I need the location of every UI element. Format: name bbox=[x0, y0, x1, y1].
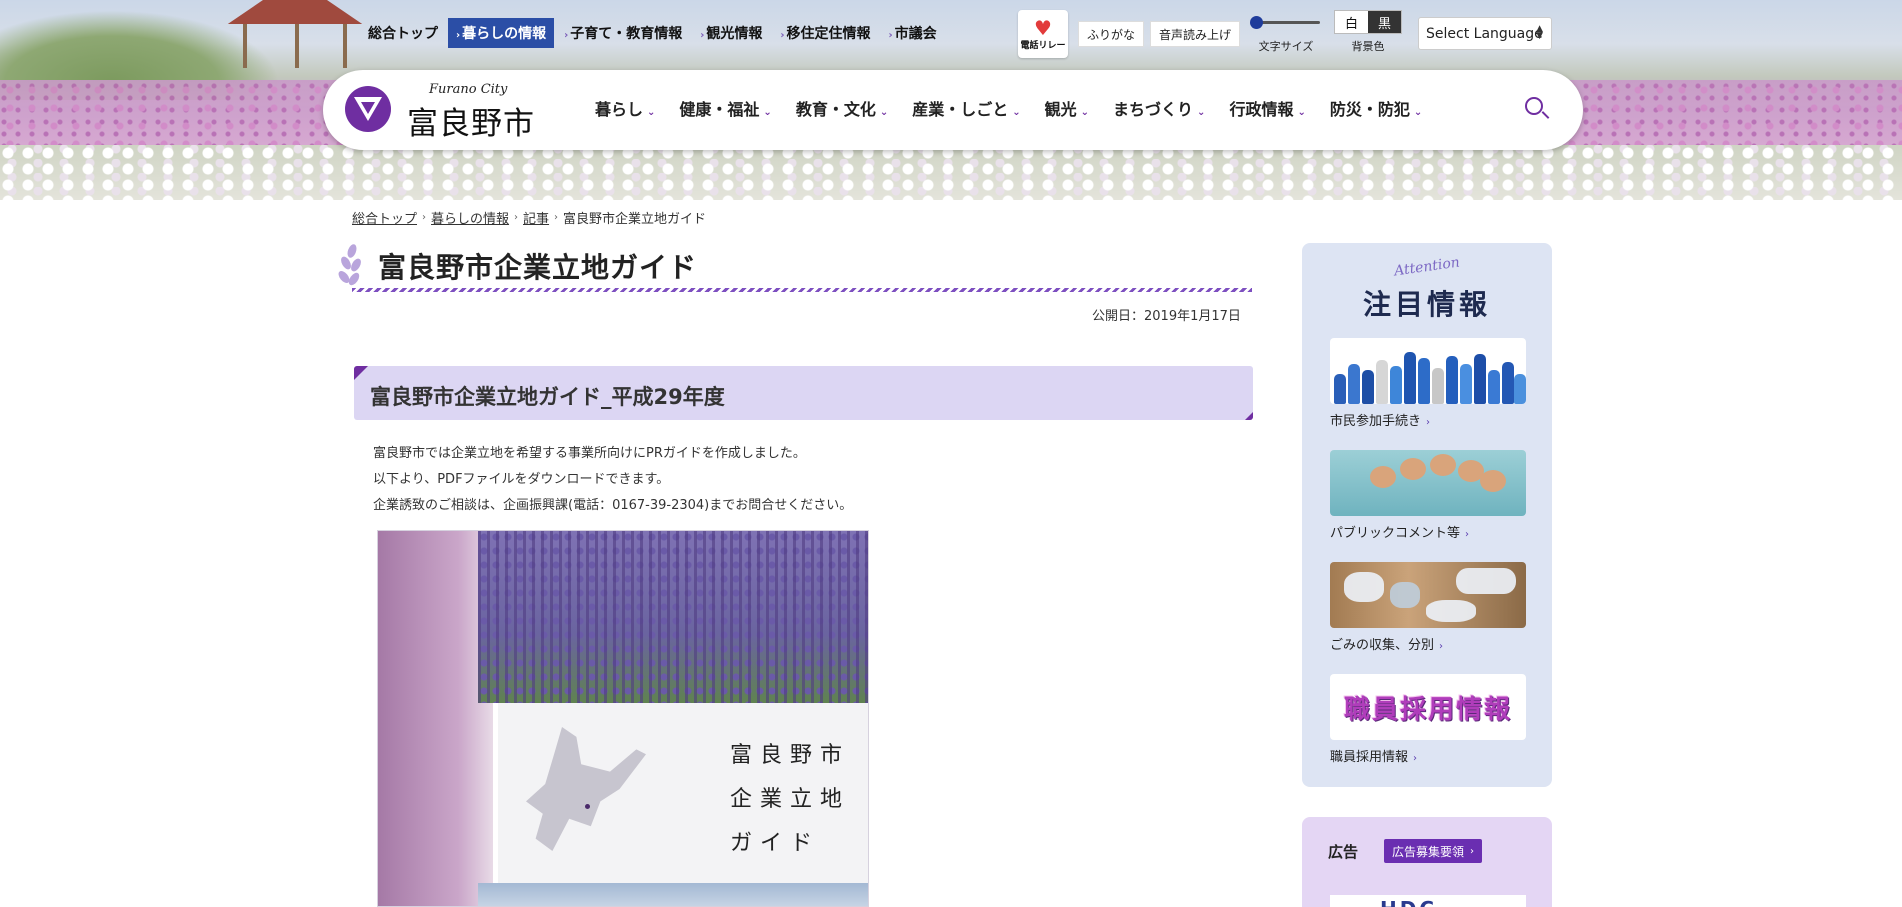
bg-black-button[interactable]: 黒 bbox=[1368, 11, 1401, 33]
gnav-item-administration[interactable]: 行政情報 ⌄ bbox=[1229, 96, 1305, 120]
attention-panel: Attention 注目情報 市民参加手続き › パブリックコメント等 › ごみの収… bbox=[1302, 243, 1552, 787]
font-size-label: 文字サイズ bbox=[1258, 40, 1314, 53]
topnav-item-living[interactable]: › 暮らしの情報 bbox=[448, 18, 555, 48]
page-title-block: 富良野市企業立地ガイド bbox=[336, 242, 1253, 294]
gnav-item-town-planning[interactable]: まちづくり ⌄ bbox=[1113, 96, 1205, 120]
gnav-item-education-culture[interactable]: 教育・文化 ⌄ bbox=[796, 96, 888, 120]
breadcrumb: 総合トップ › 暮らしの情報 › 記事 › 富良野市企業立地ガイド bbox=[352, 208, 706, 227]
chevron-right-icon: › bbox=[1426, 417, 1431, 428]
cover-title-line: 企業立地 bbox=[730, 787, 851, 812]
chevron-right-icon: › bbox=[422, 212, 427, 223]
gnav-item-health-welfare[interactable]: 健康・福祉 ⌄ bbox=[679, 96, 771, 120]
phone-relay-service-button[interactable]: ♥ 電話リレー bbox=[1018, 10, 1068, 58]
article-paragraph: 以下より、PDFファイルをダウンロードできます。 bbox=[373, 472, 670, 487]
city-emblem-icon bbox=[345, 86, 391, 132]
ad-guidelines-button[interactable]: 広告募集要領 › bbox=[1384, 839, 1483, 863]
caret-right-icon: › bbox=[888, 30, 893, 41]
global-nav: 暮らし ⌄ 健康・福祉 ⌄ 教育・文化 ⌄ 産業・しごと ⌄ 観光 ⌄ まちづくり ⌄ 行政… bbox=[595, 96, 1446, 120]
cover-title-line: ガイド bbox=[730, 831, 821, 856]
slider-knob[interactable] bbox=[1250, 16, 1263, 29]
attention-card-garbage[interactable]: ごみの収集、分別 › bbox=[1330, 562, 1526, 653]
chevron-right-icon: › bbox=[1470, 845, 1475, 857]
lavender-photo bbox=[478, 531, 868, 703]
topnav-item-top[interactable]: 総合トップ bbox=[360, 18, 446, 48]
bg-color-label: 背景色 bbox=[1351, 40, 1385, 53]
attention-card-recruitment[interactable]: 職員採用情報 職員採用情報 › bbox=[1330, 674, 1526, 765]
chevron-down-icon: ⌄ bbox=[763, 107, 772, 118]
furigana-button[interactable]: ふりがな bbox=[1078, 21, 1145, 47]
topnav-item-council[interactable]: › 市議会 bbox=[881, 18, 945, 48]
article-paragraph: 企業誘致のご相談は、企画振興課(電話：0167-39-2304)までお問合せくだ… bbox=[373, 498, 853, 513]
breadcrumb-link-top[interactable]: 総合トップ bbox=[352, 208, 417, 227]
chevron-down-icon: ⌄ bbox=[1413, 107, 1423, 118]
guide-cover-image[interactable]: 富良野市 企業立地 ガイド bbox=[377, 530, 869, 907]
lavender-leaf-icon bbox=[336, 243, 368, 288]
site-logo[interactable]: Furano City 富良野市 bbox=[345, 82, 535, 142]
chevron-right-icon: › bbox=[1465, 529, 1470, 540]
chevron-down-icon: ⌄ bbox=[1197, 107, 1206, 118]
chevron-right-icon: › bbox=[1439, 641, 1444, 652]
heart-phone-icon: ♥ bbox=[1034, 15, 1052, 40]
breadcrumb-link-articles[interactable]: 記事 bbox=[523, 208, 549, 227]
breadcrumb-current: 富良野市企業立地ガイド bbox=[563, 212, 707, 227]
background-color-switch: 白 黒 背景色 bbox=[1334, 10, 1402, 54]
breadcrumb-link-living[interactable]: 暮らしの情報 bbox=[431, 208, 509, 227]
gnav-item-industry-work[interactable]: 産業・しごと ⌄ bbox=[912, 96, 1020, 120]
advertisement-panel: 広告 広告募集要領› HDC bbox=[1302, 817, 1552, 907]
topnav-item-tourism[interactable]: › 観光情報 bbox=[692, 18, 770, 48]
search-icon[interactable] bbox=[1523, 95, 1551, 123]
attention-title: 注目情報 bbox=[1362, 288, 1491, 321]
gnav-item-disaster-prevention[interactable]: 防災・防犯 ⌄ bbox=[1330, 96, 1422, 120]
caret-right-icon: › bbox=[456, 30, 461, 41]
top-site-nav: 総合トップ › 暮らしの情報 › 子育て・教育情報 › 観光情報 › 移住定住情報 › 市… bbox=[360, 18, 947, 48]
slider-track[interactable] bbox=[1256, 21, 1320, 24]
page-title: 富良野市企業立地ガイド bbox=[378, 251, 698, 284]
topnav-item-relocation[interactable]: › 移住定住情報 bbox=[772, 18, 878, 48]
article-paragraph: 富良野市では企業立地を希望する事業所向けにPRガイドを作成しました。 bbox=[373, 446, 806, 461]
garbage-image bbox=[1330, 562, 1526, 628]
read-aloud-button[interactable]: 音声読み上げ bbox=[1150, 21, 1241, 47]
caret-right-icon: › bbox=[564, 30, 569, 41]
chevron-right-icon: › bbox=[514, 212, 519, 223]
raised-hands-image bbox=[1330, 338, 1526, 404]
caret-right-icon: › bbox=[700, 30, 705, 41]
ad-banner[interactable]: HDC bbox=[1330, 895, 1526, 907]
cover-title-line: 富良野市 bbox=[730, 743, 851, 768]
chevron-down-icon: ⌄ bbox=[1012, 107, 1021, 118]
section-heading: 富良野市企業立地ガイド_平成29年度 bbox=[354, 366, 1253, 420]
chevron-down-icon: ⌄ bbox=[1297, 107, 1306, 118]
ad-label: 広告 bbox=[1328, 843, 1359, 861]
topnav-item-child-education[interactable]: › 子育て・教育情報 bbox=[556, 18, 690, 48]
attention-card-public-comment[interactable]: パブリックコメント等 › bbox=[1330, 450, 1526, 541]
language-select[interactable]: Select Language ▲ ▼ bbox=[1418, 17, 1552, 50]
title-underline bbox=[352, 288, 1252, 292]
shelter-image bbox=[215, 0, 375, 70]
chevron-right-icon: › bbox=[1413, 753, 1418, 764]
chevron-down-icon: ⌄ bbox=[1080, 107, 1090, 118]
chevron-down-icon: ⌄ bbox=[879, 107, 889, 118]
gnav-item-living[interactable]: 暮らし ⌄ bbox=[595, 96, 655, 120]
published-date: 公開日：2019年1月17日 bbox=[1092, 309, 1241, 324]
speech-bubbles-image bbox=[1330, 450, 1526, 516]
flower-field-white bbox=[0, 145, 1902, 200]
updown-arrow-icon: ▲ ▼ bbox=[1536, 24, 1543, 41]
attention-card-citizen-participation[interactable]: 市民参加手続き › bbox=[1330, 338, 1526, 429]
chevron-right-icon: › bbox=[554, 212, 559, 223]
bg-white-button[interactable]: 白 bbox=[1335, 11, 1368, 33]
caret-right-icon: › bbox=[780, 30, 785, 41]
recruitment-banner: 職員採用情報 bbox=[1330, 674, 1526, 740]
gnav-item-tourism[interactable]: 観光 ⌄ bbox=[1045, 96, 1089, 120]
main-header: Furano City 富良野市 暮らし ⌄ 健康・福祉 ⌄ 教育・文化 ⌄ 産業・し… bbox=[323, 70, 1583, 150]
chevron-down-icon: ⌄ bbox=[647, 107, 656, 118]
